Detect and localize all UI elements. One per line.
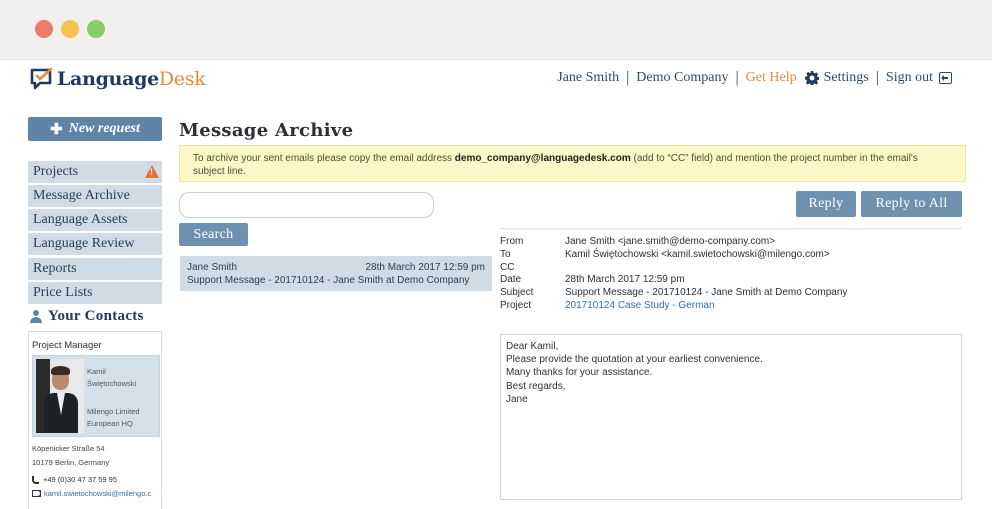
company-name-link[interactable]: Demo Company [636,70,728,86]
logo-text-light: Desk [158,68,206,90]
sidebar-item-price-lists[interactable]: Price Lists [28,282,162,304]
sign-out-link[interactable]: Sign out [886,70,933,86]
user-name-link[interactable]: Jane Smith [557,70,619,86]
plus-icon: ✚ [50,121,63,138]
maximize-window-button[interactable] [87,20,105,38]
message-headers: From Jane Smith <jane.smith@demo-company… [500,236,847,313]
sidebar-item-label: Price Lists [33,285,93,300]
settings-link[interactable]: Settings [824,70,869,86]
contact-photo [36,359,84,433]
message-sender: Jane Smith [187,262,238,273]
person-icon [30,310,42,323]
header-from: From Jane Smith <jane.smith@demo-company… [500,236,776,247]
logo-text-bold: Language [57,68,159,90]
sidebar-item-label: Language Assets [33,212,128,227]
message-list-item[interactable]: Jane Smith 28th March 2017 12:59 pm Supp… [180,256,492,291]
message-subject: Support Message - 201710124 - Jane Smith… [187,275,470,286]
sidebar-item-reports[interactable]: Reports [28,258,162,280]
app-logo[interactable]: LanguageDesk [30,67,206,91]
sidebar-item-label: Projects [33,164,79,179]
sidebar-item-label: Reports [33,261,77,276]
body-line: Best regards, [506,380,566,392]
sign-out-icon[interactable] [939,72,952,84]
contact-phone: +49 (0)30 47 37 59 95 [32,475,117,484]
archive-email: demo_company@languagedesk.com [454,153,631,164]
new-request-button[interactable]: ✚ New request [28,117,162,141]
sidebar-item-label: Message Archive [33,188,130,203]
header-cc: CC [500,261,515,273]
minimize-window-button[interactable] [61,20,79,38]
sidebar-item-projects[interactable]: Projects ! [28,161,162,183]
chat-check-icon [30,68,53,90]
sidebar-item-message-archive[interactable]: Message Archive [28,185,162,207]
warning-icon: ! [145,165,159,178]
sidebar-item-language-review[interactable]: Language Review [28,233,162,255]
project-link[interactable]: 201710124 Case Study - German [565,300,715,313]
phone-icon [32,475,39,484]
contact-company: Milengo Limited European HQ [87,407,140,428]
contact-city: 10179 Berlin, Germany [32,458,110,467]
header-date: Date 28th March 2017 12:59 pm [500,274,685,286]
sidebar-item-label: Language Review [33,236,135,251]
body-line: Jane [506,393,528,405]
reply-all-button[interactable]: Reply to All [861,191,962,217]
reply-button[interactable]: Reply [796,191,856,217]
contact-photo-box: Kamil Świętochowski Milengo Limited Euro… [32,355,160,437]
top-navigation: Jane Smith | Demo Company | Get Help Set… [557,69,952,87]
new-request-label: New request [68,121,140,136]
contact-email[interactable]: kamil.swietochowski@milengo.c [32,489,151,498]
header-to: To Kamil Świętochowski <kamil.swietochow… [500,248,830,260]
sidebar-item-language-assets[interactable]: Language Assets [28,209,162,231]
nav-divider: | [626,69,630,86]
nav-divider: | [735,69,739,86]
message-body: Dear Kamil, Please provide the quotation… [500,334,962,500]
search-input[interactable] [179,192,434,218]
window-titlebar [0,0,992,60]
search-button[interactable]: Search [179,223,248,246]
contact-card: Project Manager Kamil Świętochowski Mile… [28,331,162,509]
nav-divider: | [875,69,879,86]
body-line: Many thanks for your assistance. [506,367,653,379]
get-help-link[interactable]: Get Help [746,70,797,86]
body-line: Dear Kamil, [506,341,559,352]
body-line: Please provide the quotation at your ear… [506,354,763,366]
archive-notice: To archive your sent emails please copy … [179,145,966,182]
contact-role: Project Manager [32,340,102,351]
header-project: Project 201710124 Case Study - German [500,299,715,313]
close-window-button[interactable] [35,20,53,38]
gear-icon[interactable] [804,71,819,85]
contact-name: Kamil Świętochowski [87,367,137,388]
mail-icon [32,490,41,497]
divider [500,228,962,229]
contact-street: Köpenicker Straße 54 [32,444,105,453]
message-date: 28th March 2017 12:59 pm [365,262,485,273]
page-title: Message Archive [179,120,354,141]
header-subject: Subject Support Message - 201710124 - Ja… [500,287,848,299]
contacts-heading: Your Contacts [30,308,144,325]
